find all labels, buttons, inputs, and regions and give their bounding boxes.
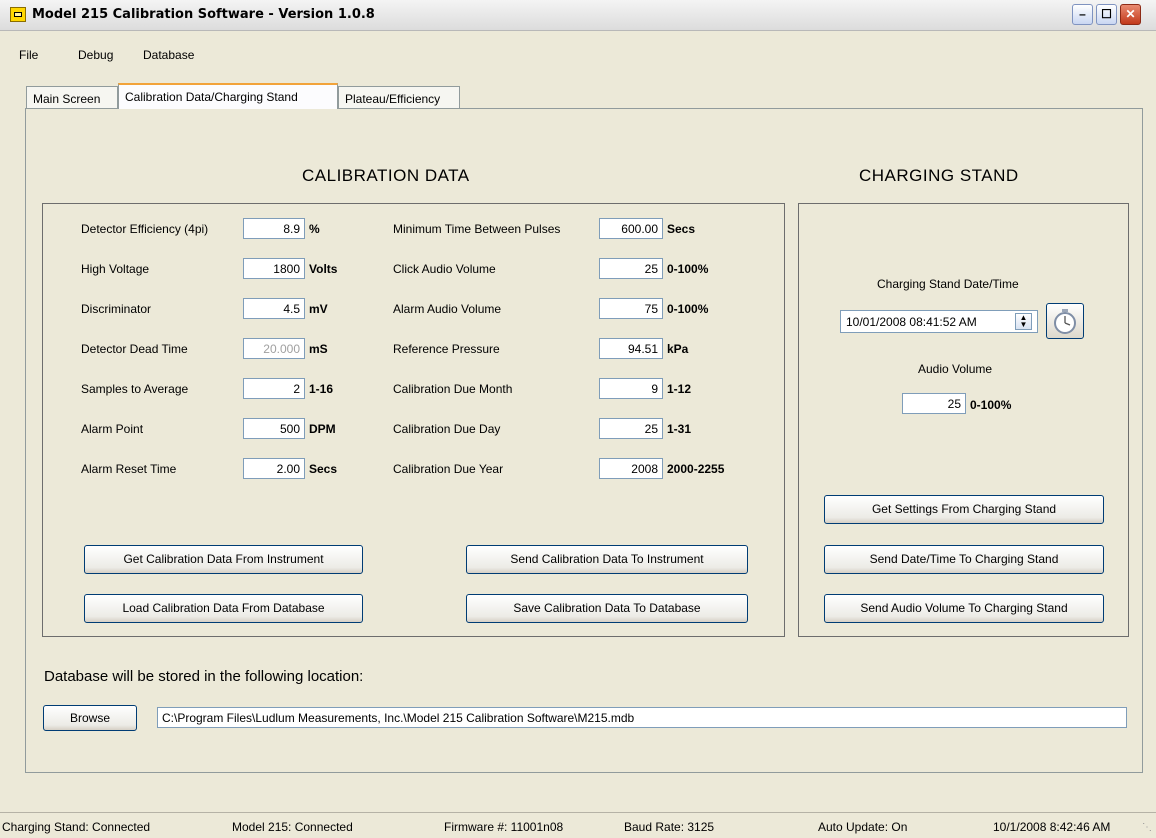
field-unit: % [309, 222, 320, 236]
status-baud-rate: Baud Rate: 3125 [624, 820, 715, 834]
datetime-spinner[interactable]: ▲ ▼ [1015, 313, 1032, 330]
tab-main-screen[interactable]: Main Screen [26, 86, 118, 108]
field-unit: DPM [309, 422, 336, 436]
charging-datetime-value: 10/01/2008 08:41:52 AM [846, 315, 977, 329]
get-calibration-button[interactable]: Get Calibration Data From Instrument [84, 545, 363, 574]
field-input[interactable]: 94.51 [599, 338, 663, 359]
status-charging-stand: Charging Stand: Connected [2, 820, 151, 834]
field-unit: 0-100% [667, 262, 709, 276]
field-label: Click Audio Volume [393, 262, 496, 276]
status-auto-update: Auto Update: On [818, 820, 908, 834]
field-input[interactable]: 75 [599, 298, 663, 319]
charging-stand-heading: CHARGING STAND [859, 166, 1019, 185]
get-settings-button[interactable]: Get Settings From Charging Stand [824, 495, 1104, 524]
field-label: High Voltage [81, 262, 150, 276]
resize-grip-icon[interactable]: ⋱ [1142, 822, 1152, 833]
audio-volume-unit: 0-100% [970, 398, 1012, 412]
field-unit: 1-12 [667, 382, 692, 396]
maximize-button[interactable]: ☐ [1096, 4, 1117, 25]
field-unit: Secs [667, 222, 696, 236]
field-input[interactable]: 1800 [243, 258, 305, 279]
tab-plateau-efficiency[interactable]: Plateau/Efficiency [338, 86, 460, 108]
field-input[interactable]: 25 [599, 418, 663, 439]
title-bar[interactable]: Model 215 Calibration Software - Version… [0, 0, 1156, 31]
field-unit: 2000-2255 [667, 462, 725, 476]
field-unit: 0-100% [667, 302, 709, 316]
stopwatch-button[interactable] [1046, 303, 1084, 339]
close-icon: ✕ [1125, 7, 1136, 21]
menu-file[interactable]: File [19, 48, 38, 62]
field-unit: 1-31 [667, 422, 692, 436]
charging-datetime-label: Charging Stand Date/Time [877, 277, 1019, 291]
field-label: Detector Efficiency (4pi) [81, 222, 209, 236]
database-location-label: Database will be stored in the following… [44, 668, 364, 685]
browse-button[interactable]: Browse [43, 705, 137, 731]
field-label: Discriminator [81, 302, 152, 316]
field-input[interactable]: 9 [599, 378, 663, 399]
field-unit: mS [309, 342, 328, 356]
field-input[interactable]: 600.00 [599, 218, 663, 239]
stopwatch-icon [1054, 309, 1076, 334]
field-unit: 1-16 [309, 382, 334, 396]
app-icon [10, 7, 26, 22]
field-input[interactable]: 2.00 [243, 458, 305, 479]
charging-datetime-picker[interactable]: 10/01/2008 08:41:52 AM [840, 310, 1038, 333]
field-label: Detector Dead Time [81, 342, 188, 356]
maximize-icon: ☐ [1101, 7, 1112, 21]
minimize-button[interactable]: – [1072, 4, 1093, 25]
status-firmware: Firmware #: 11001n08 [444, 820, 564, 834]
window-title: Model 215 Calibration Software - Version… [32, 7, 375, 22]
field-label: Samples to Average [81, 382, 189, 396]
field-label: Alarm Audio Volume [393, 302, 502, 316]
field-input[interactable]: 8.9 [243, 218, 305, 239]
field-label: Minimum Time Between Pulses [393, 222, 561, 236]
field-input[interactable]: 4.5 [243, 298, 305, 319]
minimize-icon: – [1079, 7, 1086, 21]
status-datetime: 10/1/2008 8:42:46 AM [993, 820, 1111, 834]
audio-volume-input[interactable]: 25 [902, 393, 966, 414]
field-label: Calibration Due Month [393, 382, 513, 396]
calibration-heading: CALIBRATION DATA [302, 166, 470, 185]
status-bar [0, 812, 1156, 838]
send-audio-button[interactable]: Send Audio Volume To Charging Stand [824, 594, 1104, 623]
field-unit: Volts [309, 262, 338, 276]
load-calibration-button[interactable]: Load Calibration Data From Database [84, 594, 363, 623]
field-unit: Secs [309, 462, 338, 476]
field-input[interactable]: 25 [599, 258, 663, 279]
database-path-input[interactable]: C:\Program Files\Ludlum Measurements, In… [157, 707, 1127, 728]
field-unit: kPa [667, 342, 689, 356]
send-calibration-button[interactable]: Send Calibration Data To Instrument [466, 545, 748, 574]
field-input[interactable]: 2 [243, 378, 305, 399]
status-model: Model 215: Connected [232, 820, 353, 834]
close-button[interactable]: ✕ [1120, 4, 1141, 25]
menu-debug[interactable]: Debug [78, 48, 113, 62]
field-input[interactable]: 2008 [599, 458, 663, 479]
tab-calibration-data[interactable]: Calibration Data/Charging Stand [118, 83, 338, 109]
field-unit: mV [309, 302, 328, 316]
send-datetime-button[interactable]: Send Date/Time To Charging Stand [824, 545, 1104, 574]
field-label: Alarm Point [81, 422, 144, 436]
save-calibration-button[interactable]: Save Calibration Data To Database [466, 594, 748, 623]
field-input[interactable]: 500 [243, 418, 305, 439]
spin-updown-icon: ▲ ▼ [1019, 313, 1028, 329]
field-label: Alarm Reset Time [81, 462, 177, 476]
field-input: 20.000 [243, 338, 305, 359]
menu-database[interactable]: Database [143, 48, 194, 62]
field-label: Calibration Due Day [393, 422, 501, 436]
field-label: Reference Pressure [393, 342, 500, 356]
audio-volume-label: Audio Volume [918, 362, 993, 376]
field-label: Calibration Due Year [393, 462, 504, 476]
